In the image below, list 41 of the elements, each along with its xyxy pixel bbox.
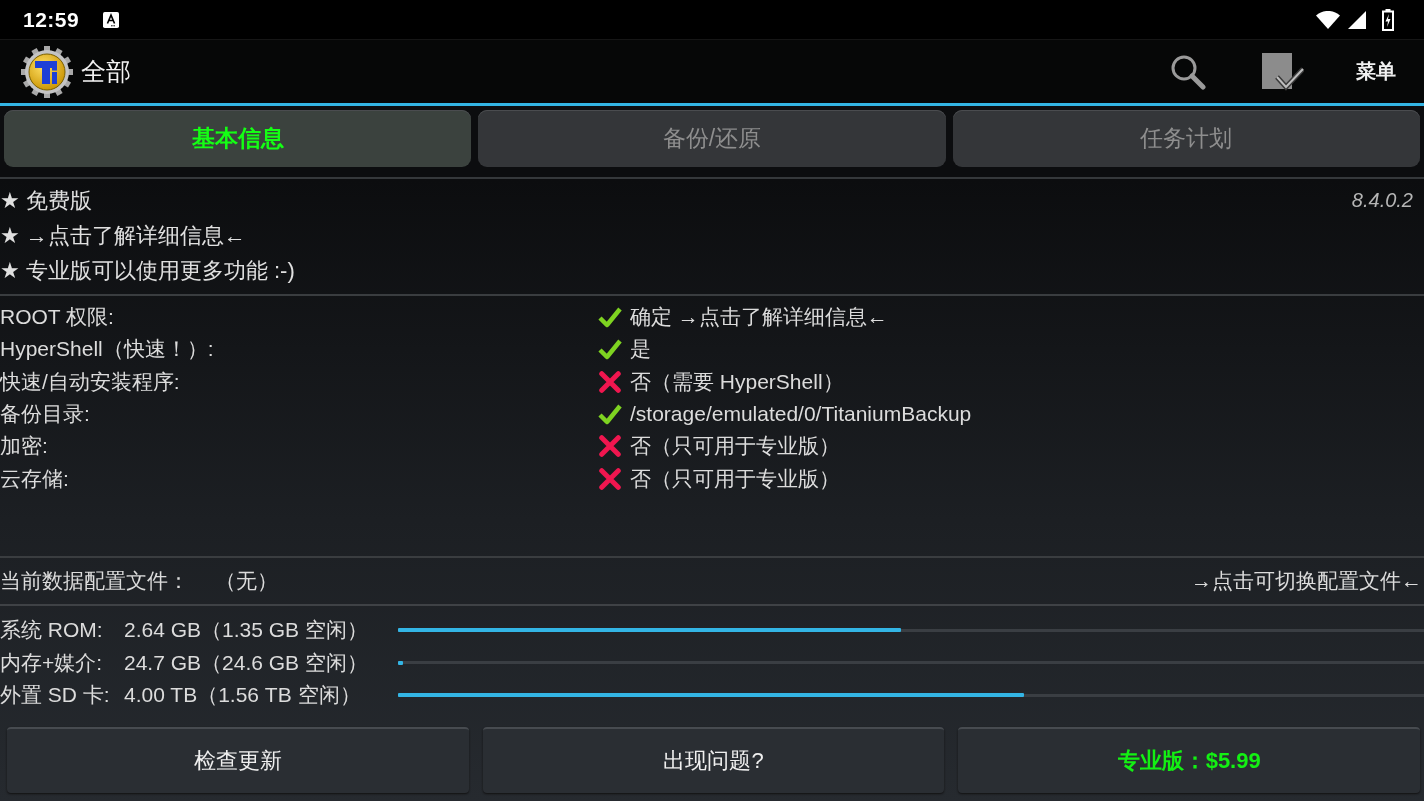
storage-reading: 4.00 TB（1.56 TB 空闲） <box>124 682 362 709</box>
storage-label: 外置 SD 卡: <box>0 682 111 709</box>
profile-label: 当前数据配置文件： <box>0 568 189 594</box>
status-value: /storage/emulated/0/TitaniumBackup <box>630 402 972 427</box>
info-text: ★ 免费版 <box>0 186 92 215</box>
wifi-icon <box>1316 10 1340 29</box>
tab[interactable]: 备份/还原 <box>478 110 946 167</box>
version-label: 8.4.0.2 <box>1351 189 1413 212</box>
tab[interactable]: 任务计划 <box>952 110 1420 167</box>
info-text: ★ 专业版可以使用更多功能 :-) <box>0 256 295 285</box>
checked-box-icon[interactable] <box>1262 52 1304 91</box>
status-value: 确定 →点击了解详细信息← <box>630 304 888 331</box>
storage-label: 系统 ROM: <box>0 617 104 644</box>
status-label: 云存储: <box>0 465 70 492</box>
status-value: 否（只可用于专业版） <box>630 433 840 460</box>
profile-value: （无） <box>215 568 278 594</box>
status-value: 是 <box>630 336 651 363</box>
info-text: ★ →点击了解详细信息← <box>0 221 246 250</box>
status-label: ROOT 权限: <box>0 304 115 331</box>
action-button[interactable]: 出现问题? <box>482 727 945 793</box>
search-icon[interactable] <box>1170 53 1206 90</box>
storage-label: 内存+媒介: <box>0 649 104 676</box>
status-label: 快速/自动安装程序: <box>0 368 181 395</box>
notification-icon <box>103 11 120 28</box>
gear-logo-icon[interactable] <box>21 45 73 98</box>
menu-button[interactable]: 菜单 <box>1354 54 1398 89</box>
storage-reading: 2.64 GB（1.35 GB 空闲） <box>124 617 369 644</box>
action-button[interactable]: 检查更新 <box>7 727 469 793</box>
status-label: HyperShell（快速！）: <box>0 336 215 363</box>
status-value: 否（只可用于专业版） <box>630 465 840 492</box>
switch-profile-link[interactable]: →点击可切换配置文件← <box>1191 567 1422 595</box>
clock-time: 12:59 <box>23 7 80 32</box>
status-label: 备份目录: <box>0 401 91 428</box>
status-label: 加密: <box>0 433 49 460</box>
screen-title: 全部 <box>81 56 131 87</box>
signal-icon <box>1348 10 1366 29</box>
storage-reading: 24.7 GB（24.6 GB 空闲） <box>124 649 369 676</box>
battery-icon <box>1382 8 1394 31</box>
tab[interactable]: 基本信息 <box>4 110 472 167</box>
buy-pro-button[interactable]: 专业版：$5.99 <box>958 727 1420 793</box>
status-value: 否（需要 HyperShell） <box>630 368 844 395</box>
